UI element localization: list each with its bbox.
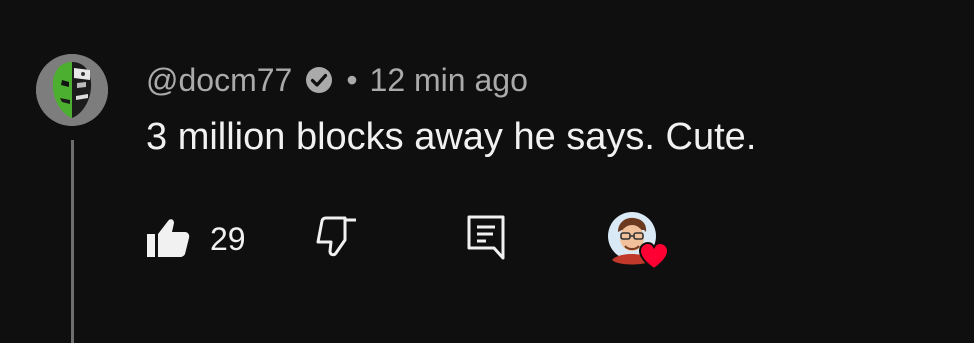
comment-thread: @docm77 • 12 min ago 3 million blocks aw… [0, 0, 974, 343]
avatar[interactable] [36, 54, 108, 126]
like-count: 29 [210, 220, 246, 257]
avatar-image [36, 54, 108, 126]
comment-text: 3 million blocks away he says. Cute. [146, 116, 757, 158]
separator-dot: • [346, 61, 358, 98]
comment-actions: 29 [146, 210, 686, 271]
author-name[interactable]: @docm77 [146, 62, 292, 99]
dislike-button[interactable] [314, 210, 358, 268]
reply-button[interactable] [466, 210, 506, 268]
thumbs-up-icon [146, 215, 190, 264]
comment-header: @docm77 • 12 min ago [146, 58, 528, 102]
creator-heart-icon [608, 212, 670, 271]
thumbs-down-icon [314, 215, 358, 264]
like-button[interactable]: 29 [146, 210, 246, 268]
verified-check-icon [304, 65, 334, 95]
reply-comment-icon [466, 214, 506, 265]
comment-timestamp[interactable]: 12 min ago [370, 62, 528, 99]
thread-line [71, 140, 74, 343]
creator-heart [608, 212, 672, 272]
